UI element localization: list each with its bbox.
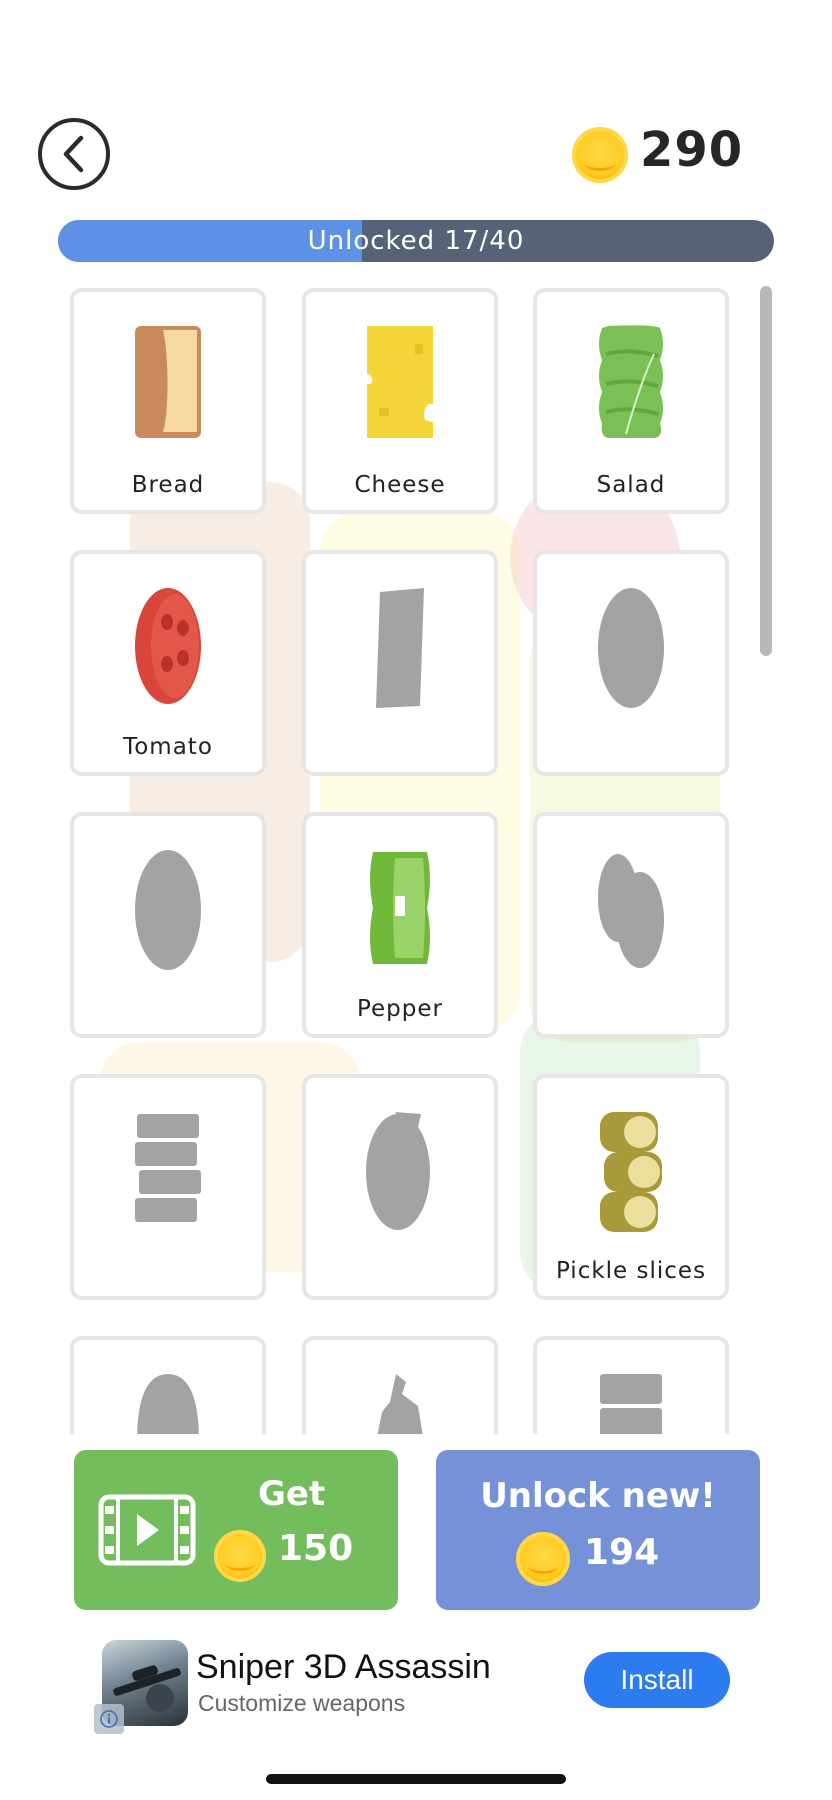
ingredient-label: Bread xyxy=(131,472,205,498)
coin-icon xyxy=(214,1530,266,1582)
ad-info-icon[interactable] xyxy=(94,1704,124,1734)
get-button-label: Get xyxy=(258,1474,326,1514)
coin-icon xyxy=(572,127,628,183)
locked-strip-silhouette-icon xyxy=(370,586,430,714)
ingredient-card-pickle-slices[interactable]: Pickle slices xyxy=(533,1074,729,1300)
unlock-new-button[interactable]: Unlock new! 194 xyxy=(436,1450,760,1610)
locked-ingredient-card[interactable] xyxy=(302,1336,498,1434)
locked-oval-silhouette-icon xyxy=(133,848,203,976)
chevron-left-icon xyxy=(63,135,84,173)
video-play-icon xyxy=(98,1494,196,1566)
pickle-slices-icon xyxy=(596,1110,666,1238)
home-indicator[interactable] xyxy=(266,1774,566,1784)
unlock-button-label: Unlock new! xyxy=(480,1476,716,1516)
locked-ingredient-card[interactable] xyxy=(302,1074,498,1300)
cheese-slice-icon xyxy=(365,324,435,444)
tomato-slice-icon xyxy=(133,586,203,710)
locked-stacked-strips-silhouette-icon xyxy=(133,1110,203,1230)
unlock-button-price: 194 xyxy=(584,1532,660,1573)
lettuce-icon xyxy=(596,324,666,444)
ad-title[interactable]: Sniper 3D Assassin xyxy=(196,1648,491,1687)
scrollbar[interactable] xyxy=(760,286,772,656)
locked-ingredient-card[interactable] xyxy=(533,812,729,1038)
back-button[interactable] xyxy=(38,118,110,190)
bread-slice-icon xyxy=(133,324,203,444)
locked-round-slice-silhouette-icon xyxy=(365,1110,435,1238)
ad-install-button[interactable]: Install xyxy=(584,1652,730,1708)
locked-oval-silhouette-icon xyxy=(596,586,666,714)
coin-balance: 290 xyxy=(640,122,744,178)
coin-icon xyxy=(516,1532,570,1586)
ingredient-label: Cheese xyxy=(354,472,446,498)
ingredient-card-cheese[interactable]: Cheese xyxy=(302,288,498,514)
ingredient-card-bread[interactable]: Bread xyxy=(70,288,266,514)
ad-subtitle: Customize weapons xyxy=(198,1690,406,1716)
unlock-progress-bar: Unlocked 17/40 xyxy=(58,220,774,262)
ingredient-card-tomato[interactable]: Tomato xyxy=(70,550,266,776)
locked-double-slice-silhouette-icon xyxy=(596,848,666,976)
locked-ingredient-card[interactable] xyxy=(70,1336,266,1434)
ingredient-label: Tomato xyxy=(123,734,213,760)
locked-ingredient-card[interactable] xyxy=(533,550,729,776)
get-button-amount: 150 xyxy=(278,1528,354,1569)
locked-dome-silhouette-icon xyxy=(133,1372,203,1434)
ingredient-label: Pepper xyxy=(356,996,443,1022)
ingredient-card-salad[interactable]: Salad xyxy=(533,288,729,514)
ingredient-card-pepper[interactable]: Pepper xyxy=(302,812,498,1038)
progress-label: Unlocked 17/40 xyxy=(307,226,525,256)
ingredient-label: Salad xyxy=(596,472,666,498)
locked-figure-silhouette-icon xyxy=(372,1372,428,1434)
pepper-ring-icon xyxy=(365,848,435,972)
ingredient-label: Pickle slices xyxy=(555,1258,707,1284)
watch-video-get-coins-button[interactable]: Get 150 xyxy=(74,1450,398,1610)
locked-ingredient-card[interactable] xyxy=(70,1074,266,1300)
ingredient-grid[interactable]: Bread Cheese Salad Tomato Pepper Pickle slice… xyxy=(70,282,750,1434)
locked-ingredient-card[interactable] xyxy=(533,1336,729,1434)
locked-block-silhouette-icon xyxy=(596,1372,666,1434)
locked-ingredient-card[interactable] xyxy=(302,550,498,776)
locked-ingredient-card[interactable] xyxy=(70,812,266,1038)
